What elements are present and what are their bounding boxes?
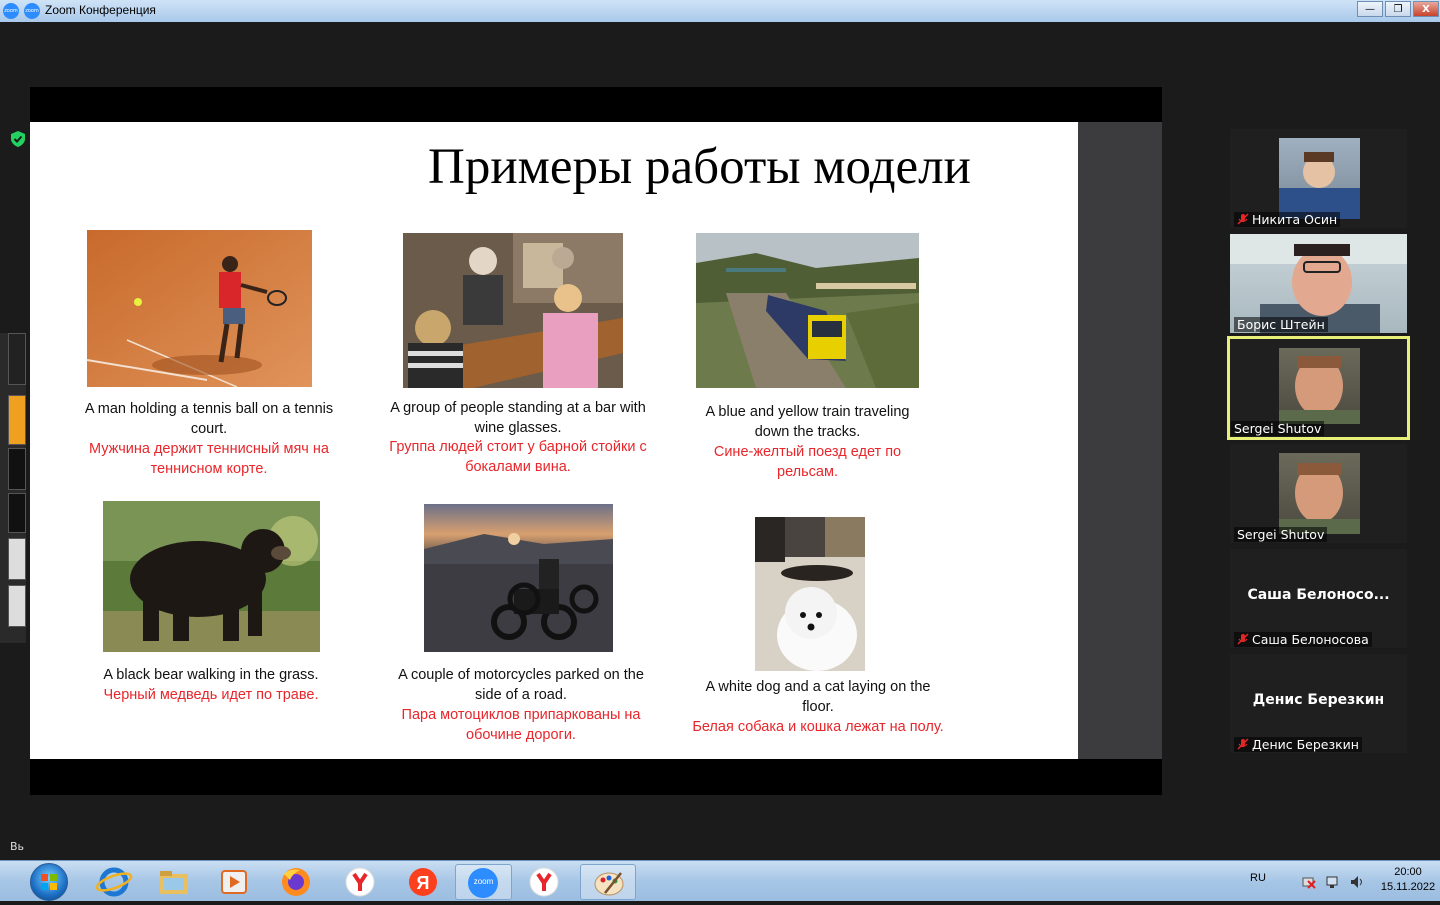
clock-time: 20:00: [1394, 866, 1422, 878]
participant-tile[interactable]: Денис Березкин Денис Березкин: [1230, 654, 1407, 753]
zoom-label: zoom: [473, 877, 494, 886]
zoom-taskbar-button[interactable]: zoom: [455, 864, 512, 900]
close-button[interactable]: X: [1413, 1, 1439, 17]
yandex-browser-icon-2[interactable]: [516, 864, 572, 900]
media-player-icon[interactable]: [206, 864, 262, 900]
thumbnail-slide[interactable]: [8, 538, 26, 580]
photo-tennis-player: [87, 230, 312, 387]
slide-side-panel: [1078, 122, 1162, 759]
network-icon[interactable]: [1326, 875, 1340, 889]
input-language[interactable]: RU: [1250, 872, 1266, 884]
participant-tile-active-speaker[interactable]: Sergei Shutov: [1227, 336, 1410, 440]
caption-ru-1: Мужчина держит теннисный мяч на теннисно…: [89, 441, 329, 477]
internet-explorer-icon[interactable]: [86, 864, 142, 900]
minimize-button[interactable]: —: [1357, 1, 1383, 17]
paint-icon[interactable]: [580, 864, 636, 900]
caption-ru-5: Пара мотоциклов припаркованы на обочине …: [401, 707, 641, 743]
photo-motorcycles: [424, 504, 613, 652]
zoom-logo-icon: zoom: [3, 3, 19, 19]
participant-name: Sergei Shutov: [1231, 421, 1325, 436]
firefox-icon[interactable]: [268, 864, 324, 900]
maximize-button[interactable]: ❐: [1385, 1, 1411, 17]
participant-display-name: Денис Березкин: [1252, 692, 1385, 708]
participant-video: [1279, 453, 1360, 534]
participant-tile[interactable]: Sergei Shutov: [1230, 444, 1407, 543]
participant-display-name: Саша Белоносо...: [1247, 587, 1390, 603]
caption-en-4: A black bear walking in the grass.: [103, 667, 319, 683]
caption-ru-4: Черный медведь идет по траве.: [103, 687, 319, 703]
presentation-slide: Примеры работы модели A man holding a te…: [30, 122, 1078, 759]
caption-en-3: A blue and yellow train traveling down t…: [705, 404, 910, 440]
partial-label: Вь: [10, 840, 25, 853]
thumbnail-slide[interactable]: [8, 493, 26, 533]
participant-name: Никита Осин: [1234, 212, 1341, 227]
windows-taskbar: Я zoom RU 20:00 15.11.2022: [0, 860, 1440, 901]
clock-date: 15.11.2022: [1380, 881, 1436, 893]
window-title-bar: zoom zoom Zoom Конференция — ❐ X: [0, 0, 1440, 22]
yandex-browser-icon[interactable]: [332, 864, 388, 900]
participant-video: [1279, 348, 1360, 424]
thumbnail-slide[interactable]: [8, 395, 26, 445]
participant-name: Sergei Shutov: [1234, 527, 1328, 542]
slide-title: Примеры работы модели: [428, 139, 971, 195]
zoom-logo-icon-2: zoom: [24, 3, 40, 19]
caption-ru-3: Сине-желтый поезд едет по рельсам.: [713, 444, 902, 480]
volume-icon[interactable]: [1350, 875, 1364, 889]
window-title: Zoom Конференция: [45, 3, 156, 17]
caption-en-2: A group of people standing at a bar with…: [390, 400, 646, 436]
system-clock[interactable]: 20:00 15.11.2022: [1376, 865, 1440, 895]
participant-tile[interactable]: Никита Осин: [1230, 129, 1407, 228]
participant-video: [1279, 138, 1360, 219]
thumbnail-slide[interactable]: [8, 448, 26, 490]
caption-en-6: A white dog and a cat laying on the floo…: [705, 679, 931, 715]
photo-train: [696, 233, 919, 388]
participant-name: Денис Березкин: [1234, 737, 1362, 752]
mic-muted-icon: [1237, 738, 1249, 750]
encryption-shield-icon[interactable]: [11, 131, 25, 147]
participant-tile[interactable]: Борис Штейн: [1230, 234, 1407, 333]
photo-black-bear: [103, 501, 320, 652]
file-explorer-icon[interactable]: [146, 864, 202, 900]
yandex-icon[interactable]: Я: [395, 864, 451, 900]
participant-name: Саша Белоносова: [1234, 632, 1372, 647]
participant-name: Борис Штейн: [1234, 317, 1328, 332]
start-button[interactable]: [30, 863, 68, 901]
network-error-icon[interactable]: [1302, 875, 1316, 889]
caption-en-5: A couple of motorcycles parked on the si…: [398, 667, 644, 703]
thumbnail-slide[interactable]: [8, 585, 26, 627]
thumbnail-panel[interactable]: [8, 333, 26, 385]
caption-en-1: A man holding a tennis ball on a tennis …: [84, 401, 334, 437]
slide-thumbnail-strip: [0, 333, 26, 643]
svg-text:Я: Я: [417, 873, 430, 893]
mic-muted-icon: [1237, 633, 1249, 645]
caption-ru-2: Группа людей стоит у барной стойки с бок…: [389, 439, 647, 475]
caption-ru-6: Белая собака и кошка лежат на полу.: [692, 719, 944, 735]
mic-muted-icon: [1237, 213, 1249, 225]
photo-bar-group: [403, 233, 623, 388]
photo-dog-and-cat: [755, 517, 865, 671]
participant-tile[interactable]: Саша Белоносо... Саша Белоносова: [1230, 549, 1407, 648]
